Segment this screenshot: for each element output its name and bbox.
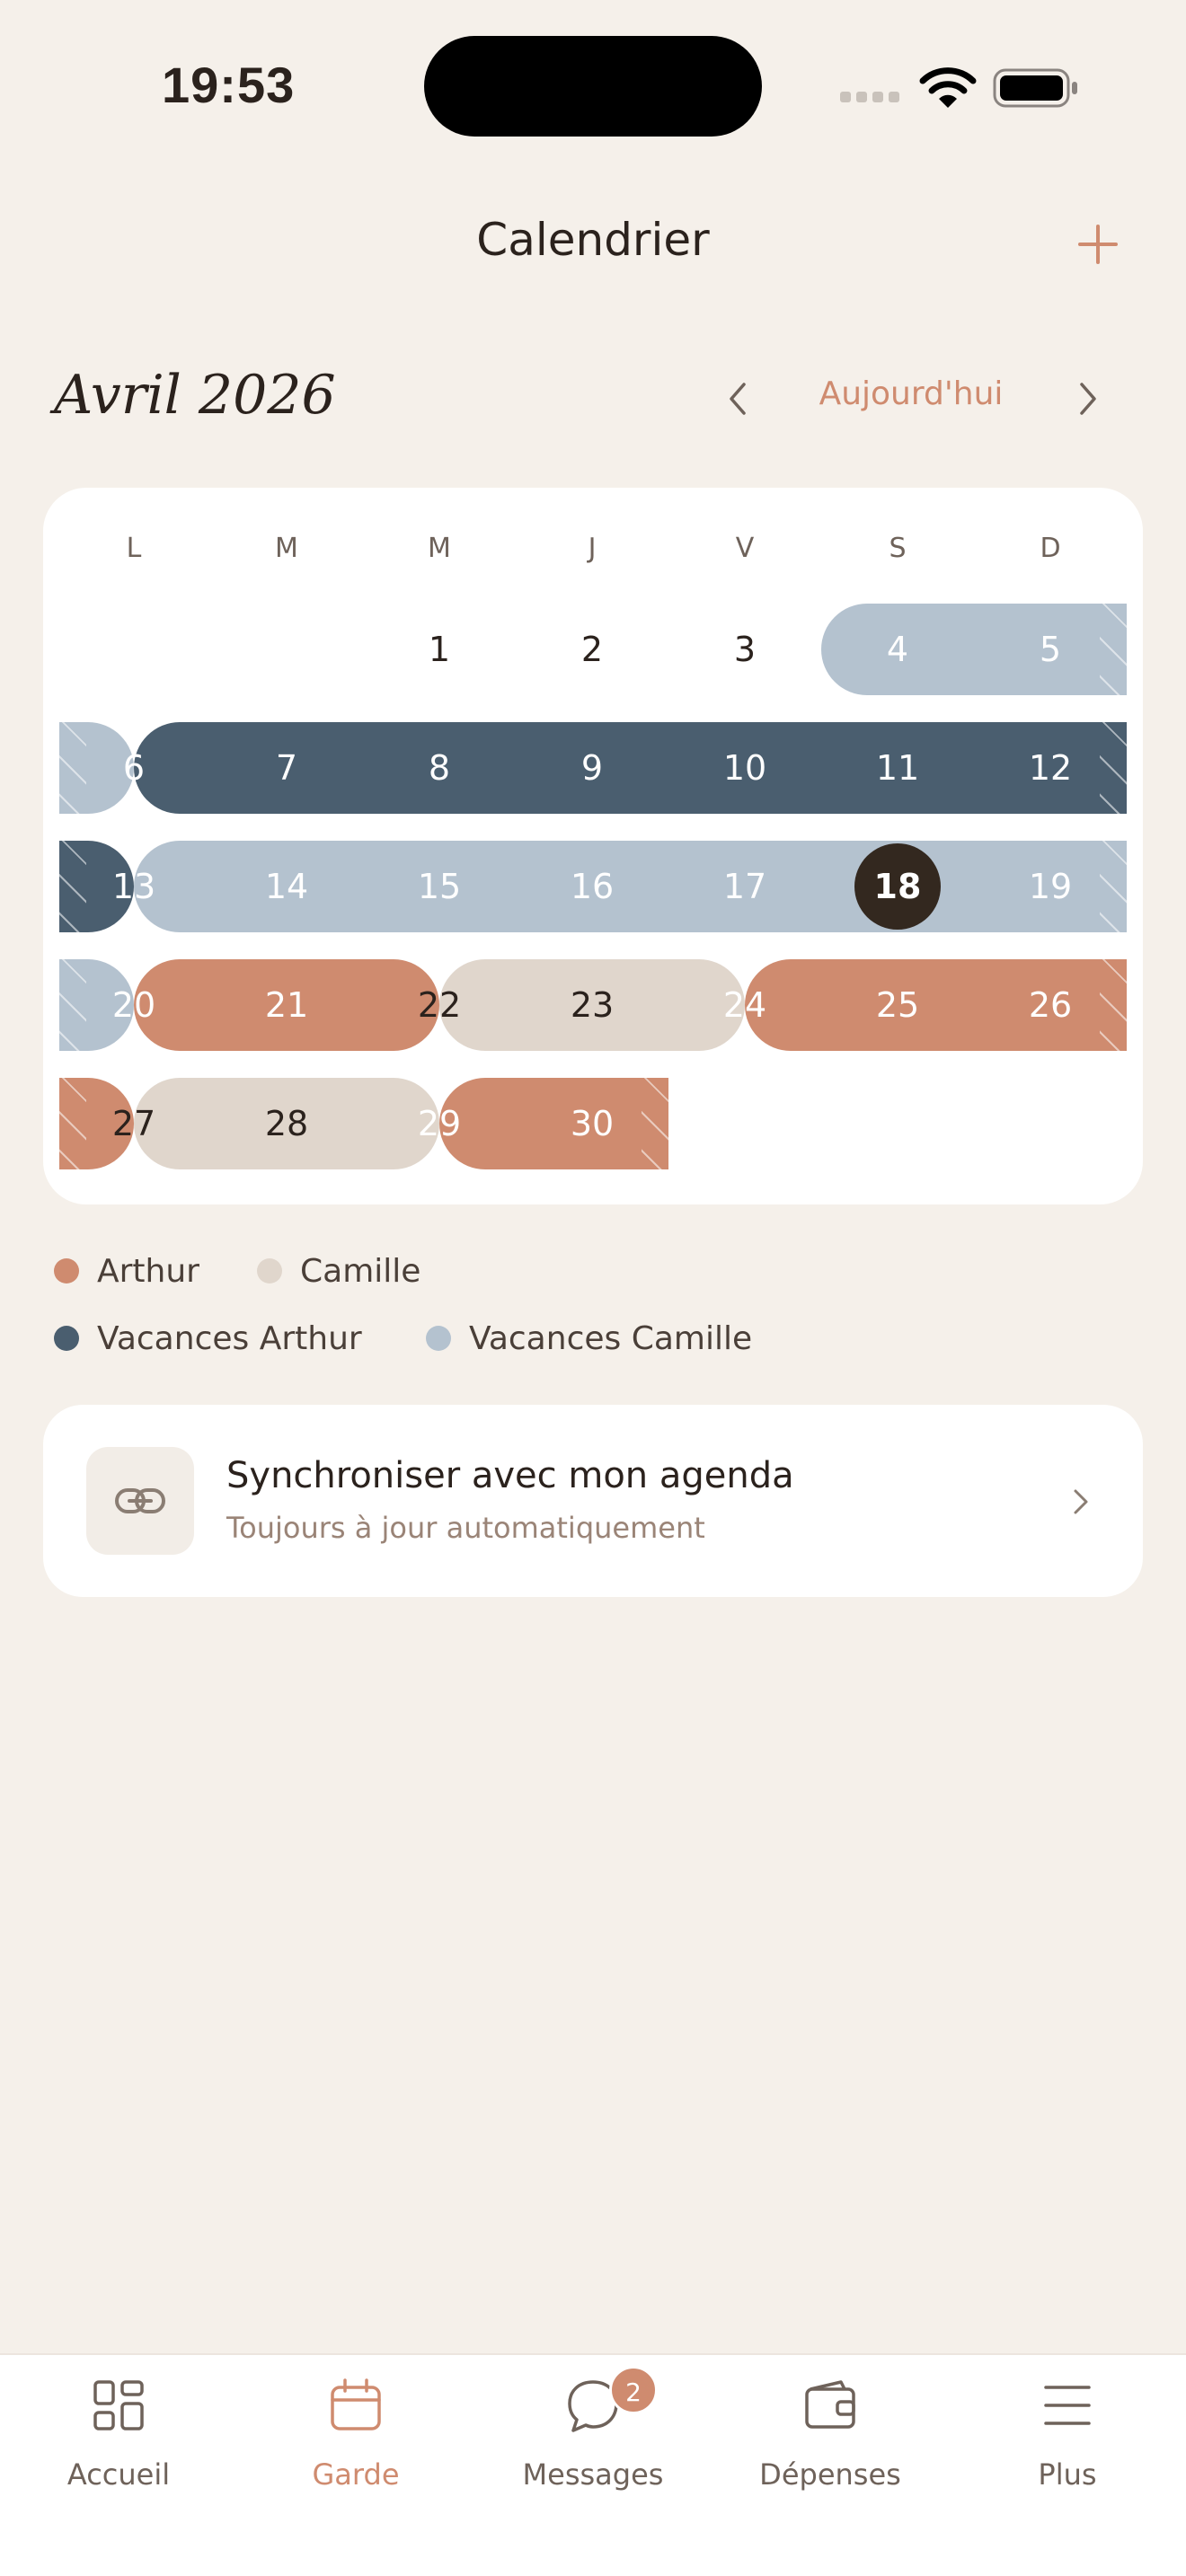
add-event-button[interactable] — [1069, 216, 1127, 273]
legend-label: Camille — [300, 1252, 421, 1290]
calendar-day[interactable]: 4 — [844, 604, 951, 695]
legend-color-dot — [426, 1326, 451, 1351]
calendar-day[interactable]: 9 — [538, 722, 646, 814]
calendar-day[interactable]: 11 — [844, 722, 951, 814]
unread-badge: 2 — [609, 2366, 658, 2414]
legend-color-dot — [54, 1326, 79, 1351]
tab-bar: Accueil Garde 2 Messages Dépenses Plus — [0, 2353, 1186, 2576]
calendar-day[interactable]: 26 — [996, 959, 1104, 1051]
calendar-day[interactable]: 2 — [538, 604, 646, 695]
tab-label: Plus — [1038, 2457, 1097, 2492]
weekday-label: J — [588, 533, 597, 564]
tab-accueil[interactable]: Accueil — [0, 2355, 237, 2535]
chevron-right-icon — [1074, 1489, 1088, 1514]
status-time: 19:53 — [162, 57, 296, 113]
calendar-day[interactable]: 15 — [385, 841, 493, 932]
tab-label: Dépenses — [759, 2457, 901, 2492]
page-title: Calendrier — [476, 214, 710, 266]
legend-item: Arthur — [54, 1251, 199, 1291]
calendar-day[interactable]: 28 — [233, 1078, 341, 1169]
tab-garde[interactable]: Garde — [237, 2355, 474, 2535]
calendar-day[interactable]: 17 — [691, 841, 799, 932]
sync-calendar-card[interactable]: Synchroniser avec mon agenda Toujours à … — [43, 1405, 1143, 1597]
weekday-label: S — [889, 533, 907, 564]
legend-label: Arthur — [97, 1252, 199, 1290]
today-button[interactable]: Aujourd'hui — [791, 375, 1031, 412]
calendar-icon — [331, 2378, 381, 2430]
weekday-label: L — [126, 533, 142, 564]
calendar-day-today[interactable]: 18 — [854, 843, 941, 930]
grid-icon — [93, 2380, 144, 2430]
chevron-left-icon — [730, 383, 746, 415]
calendar-day[interactable]: 7 — [233, 722, 341, 814]
weekday-label: V — [735, 533, 755, 564]
battery-icon — [993, 68, 1077, 108]
calendar-day[interactable]: 6 — [80, 722, 188, 814]
cellular-signal-icon — [840, 92, 899, 102]
tab-messages[interactable]: 2 Messages — [474, 2355, 712, 2535]
calendar-day[interactable]: 19 — [996, 841, 1104, 932]
calendar-day[interactable]: 30 — [538, 1078, 646, 1169]
chevron-right-icon — [1080, 383, 1096, 415]
sync-icon-box — [86, 1447, 194, 1555]
sync-title: Synchroniser avec mon agenda — [226, 1455, 794, 1496]
legend-color-dot — [54, 1258, 79, 1284]
month-title: Avril 2026 — [54, 364, 336, 427]
previous-month-button[interactable] — [719, 377, 758, 420]
calendar-day[interactable]: 8 — [385, 722, 493, 814]
tab-label: Accueil — [66, 2457, 171, 2492]
legend-label: Vacances Camille — [469, 1319, 753, 1357]
tab-label: Messages — [522, 2457, 664, 2492]
tab-plus[interactable]: Plus — [949, 2355, 1186, 2535]
menu-icon — [1044, 2386, 1091, 2425]
tab-depenses[interactable]: Dépenses — [712, 2355, 949, 2535]
legend-item: Vacances Arthur — [54, 1319, 362, 1358]
calendar-day[interactable]: 27 — [80, 1078, 188, 1169]
calendar-day[interactable]: 20 — [80, 959, 188, 1051]
legend-item: Vacances Camille — [426, 1319, 752, 1358]
plus-icon — [1078, 225, 1118, 264]
wallet-icon — [805, 2380, 855, 2429]
calendar-day[interactable]: 16 — [538, 841, 646, 932]
sync-subtitle: Toujours à jour automatiquement — [226, 1511, 705, 1545]
calendar-day[interactable]: 23 — [538, 959, 646, 1051]
calendar-day[interactable]: 5 — [996, 604, 1104, 695]
next-month-button[interactable] — [1067, 377, 1107, 420]
dynamic-island — [424, 36, 762, 137]
calendar-day[interactable]: 25 — [844, 959, 951, 1051]
link-icon — [115, 1488, 165, 1513]
calendar-day[interactable]: 10 — [691, 722, 799, 814]
calendar-day[interactable]: 13 — [80, 841, 188, 932]
calendar-day[interactable]: 14 — [233, 841, 341, 932]
calendar-day[interactable]: 22 — [385, 959, 493, 1051]
legend-item: Camille — [257, 1251, 420, 1291]
legend-label: Vacances Arthur — [97, 1319, 362, 1357]
weekday-label: M — [428, 533, 451, 564]
calendar-day[interactable]: 29 — [385, 1078, 493, 1169]
calendar-day[interactable]: 21 — [233, 959, 341, 1051]
tab-label: Garde — [312, 2457, 400, 2492]
wifi-icon — [919, 67, 977, 108]
calendar-day[interactable]: 1 — [385, 604, 493, 695]
weekday-label: M — [275, 533, 298, 564]
weekday-label: D — [1040, 533, 1061, 564]
legend-color-dot — [257, 1258, 282, 1284]
status-icons — [840, 65, 1083, 111]
calendar-day[interactable]: 12 — [996, 722, 1104, 814]
calendar-day[interactable]: 3 — [691, 604, 799, 695]
calendar-day[interactable]: 24 — [691, 959, 799, 1051]
